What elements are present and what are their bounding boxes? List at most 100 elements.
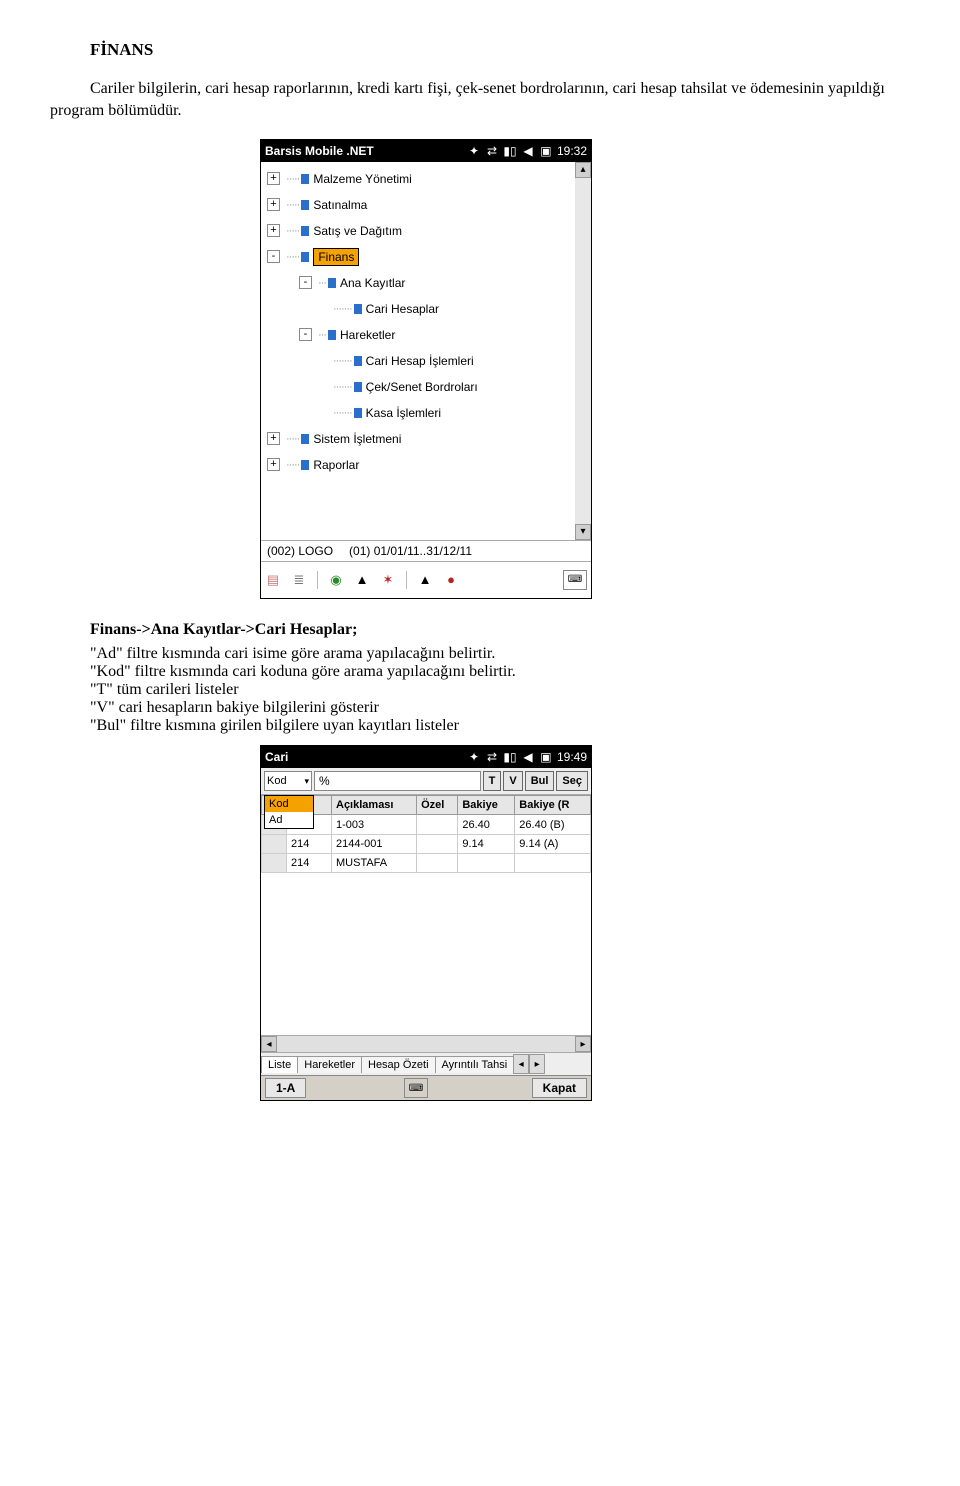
pin-icon[interactable]: ✶	[380, 572, 396, 588]
tree-item[interactable]: +····· Raporlar	[263, 452, 573, 478]
line-kod: "Kod" filtre kısmında cari koduna göre a…	[90, 663, 910, 681]
up-icon[interactable]: ▲	[354, 572, 370, 588]
col-header[interactable]: Açıklaması	[332, 796, 417, 815]
folder-icon	[301, 200, 309, 210]
data-grid[interactable]: Açıklaması Özel Bakiye Bakiye (R ▸ 1- 1-…	[261, 795, 591, 1035]
sync-icon: ⇄	[485, 750, 499, 764]
collapse-icon[interactable]: -	[267, 250, 280, 263]
collapse-icon[interactable]: -	[299, 328, 312, 341]
grid-row[interactable]: 214 MUSTAFA	[262, 854, 591, 873]
filter-row: Kod ▾ % T V Bul Seç	[261, 768, 591, 795]
list-icon[interactable]: ≣	[291, 572, 307, 588]
tab-bar: Liste Hareketler Hesap Özeti Ayrıntılı T…	[261, 1052, 591, 1075]
folder-icon	[354, 304, 362, 314]
tree-item[interactable]: -··· Hareketler	[263, 322, 573, 348]
tree-item[interactable]: +····· Satış ve Dağıtım	[263, 218, 573, 244]
user-icon[interactable]: ▤	[265, 572, 281, 588]
tab-liste[interactable]: Liste	[261, 1056, 298, 1073]
tab-hesap-ozeti[interactable]: Hesap Özeti	[361, 1056, 436, 1073]
scroll-left-icon[interactable]: ◂	[261, 1036, 277, 1052]
folder-icon	[354, 408, 362, 418]
dropdown-option[interactable]: Kod	[265, 796, 313, 812]
grid-row[interactable]: 214 2144-001 9.14 9.14 (A)	[262, 835, 591, 854]
t-button[interactable]: T	[483, 771, 502, 791]
clock: 19:32	[557, 144, 587, 158]
folder-icon	[354, 356, 362, 366]
folder-icon	[301, 460, 309, 470]
status-period: (01) 01/01/11..31/12/11	[349, 544, 472, 558]
connect-icon: ✦	[467, 750, 481, 764]
bottom-toolbar: ▤ ≣ ◉ ▲ ✶ ▲ ● ⌨	[261, 561, 591, 598]
sec-button[interactable]: Seç	[556, 771, 588, 791]
tree-item-selected[interactable]: -····· Finans	[263, 244, 573, 270]
window-title: Cari	[265, 750, 463, 764]
line-ad: "Ad" filtre kısmında cari isime göre ara…	[90, 645, 910, 663]
tab-scroll-right-icon[interactable]: ▸	[529, 1054, 545, 1074]
scroll-right-icon[interactable]: ▸	[575, 1036, 591, 1052]
dropdown-option[interactable]: Ad	[265, 812, 313, 828]
col-header[interactable]: Bakiye	[458, 796, 515, 815]
status-bar: (002) LOGO (01) 01/01/11..31/12/11	[261, 540, 591, 561]
tab-hareketler[interactable]: Hareketler	[297, 1056, 362, 1073]
filter-input[interactable]: %	[314, 771, 481, 791]
keyboard-icon[interactable]: ⌨	[563, 570, 587, 590]
expand-icon[interactable]: +	[267, 224, 280, 237]
clock: 19:49	[557, 750, 587, 764]
collapse-icon[interactable]: -	[299, 276, 312, 289]
tree-view[interactable]: ▴ +····· Malzeme Yönetimi +····· Satınal…	[261, 162, 591, 540]
doc-heading: FİNANS	[90, 40, 910, 60]
signal-icon: ▮▯	[503, 144, 517, 158]
softkey-right[interactable]: Kapat	[532, 1078, 587, 1098]
refresh-icon[interactable]: ◉	[328, 572, 344, 588]
volume-icon: ◀	[521, 750, 535, 764]
tree-item[interactable]: +····· Sistem İşletmeni	[263, 426, 573, 452]
folder-icon	[301, 434, 309, 444]
tree-item[interactable]: +····· Malzeme Yönetimi	[263, 166, 573, 192]
expand-icon[interactable]: +	[267, 432, 280, 445]
signal-icon: ▮▯	[503, 750, 517, 764]
tree-item[interactable]: ······· Çek/Senet Bordroları	[263, 374, 573, 400]
filter-field-combo[interactable]: Kod ▾	[264, 771, 312, 791]
volume-icon: ◀	[521, 144, 535, 158]
battery-icon: ▣	[539, 750, 553, 764]
titlebar: Barsis Mobile .NET ✦ ⇄ ▮▯ ◀ ▣ 19:32	[261, 140, 591, 162]
battery-icon: ▣	[539, 144, 553, 158]
scroll-up-button[interactable]: ▴	[575, 162, 591, 178]
tree-item[interactable]: +····· Satınalma	[263, 192, 573, 218]
tree-item[interactable]: ······· Cari Hesap İşlemleri	[263, 348, 573, 374]
up2-icon[interactable]: ▲	[417, 572, 433, 588]
col-header[interactable]: Bakiye (R	[515, 796, 591, 815]
horizontal-scrollbar[interactable]: ◂ ▸	[261, 1035, 591, 1052]
connect-icon: ✦	[467, 144, 481, 158]
folder-icon	[301, 226, 309, 236]
col-header[interactable]: Özel	[417, 796, 458, 815]
tree-item[interactable]: -··· Ana Kayıtlar	[263, 270, 573, 296]
doc-para-1: Cariler bilgilerin, cari hesap raporları…	[50, 78, 910, 123]
expand-icon[interactable]: +	[267, 172, 280, 185]
screenshot-1: Barsis Mobile .NET ✦ ⇄ ▮▯ ◀ ▣ 19:32 ▴ +·…	[260, 139, 910, 599]
tab-ayrintili[interactable]: Ayrıntılı Tahsi	[435, 1056, 515, 1073]
folder-icon	[301, 252, 309, 262]
status-company: (002) LOGO	[267, 544, 333, 558]
divider	[406, 571, 407, 589]
app-title: Barsis Mobile .NET	[265, 144, 463, 158]
keyboard-icon[interactable]: ⌨	[404, 1078, 428, 1098]
line-t: "T" tüm carileri listeler	[90, 681, 910, 699]
folder-icon	[354, 382, 362, 392]
stop-icon[interactable]: ●	[443, 572, 459, 588]
expand-icon[interactable]: +	[267, 198, 280, 211]
sync-icon: ⇄	[485, 144, 499, 158]
tab-scroll-left-icon[interactable]: ◂	[513, 1054, 529, 1074]
tree-item[interactable]: ······· Cari Hesaplar	[263, 296, 573, 322]
scroll-down-button[interactable]: ▾	[575, 524, 591, 540]
softkey-left[interactable]: 1-A	[265, 1078, 306, 1098]
folder-icon	[301, 174, 309, 184]
expand-icon[interactable]: +	[267, 458, 280, 471]
divider	[317, 571, 318, 589]
tree-item[interactable]: ······· Kasa İşlemleri	[263, 400, 573, 426]
line-v: "V" cari hesapların bakiye bilgilerini g…	[90, 699, 910, 717]
v-button[interactable]: V	[503, 771, 522, 791]
bul-button[interactable]: Bul	[525, 771, 555, 791]
screenshot-2: Cari ✦ ⇄ ▮▯ ◀ ▣ 19:49 Kod ▾ % T V Bul Se…	[260, 745, 910, 1101]
folder-icon	[328, 330, 336, 340]
